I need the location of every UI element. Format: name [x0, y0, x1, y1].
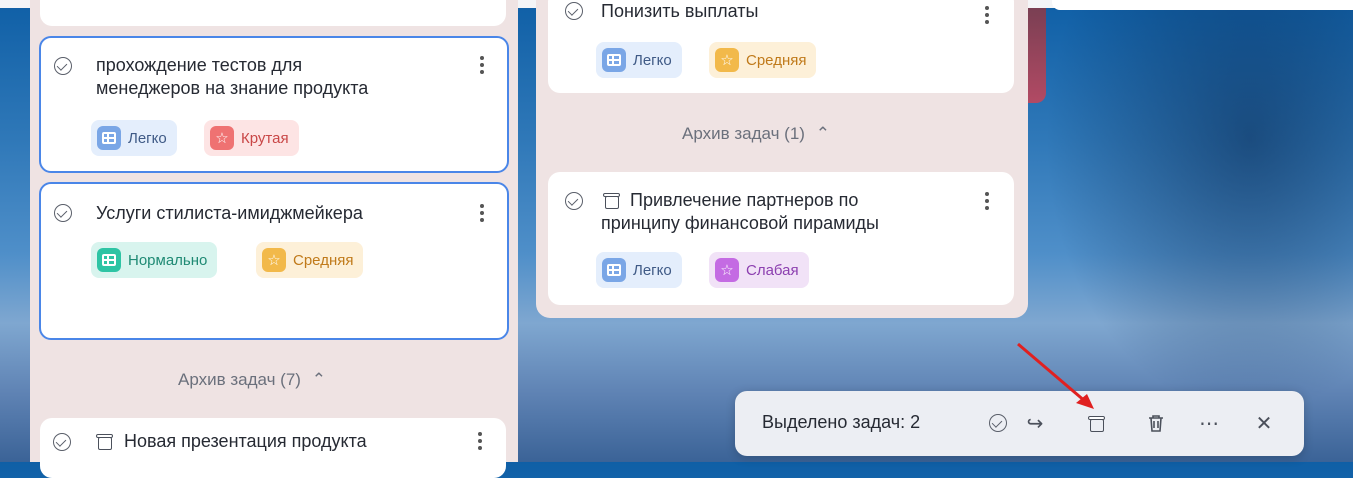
annotation-arrow: [1017, 342, 1094, 409]
